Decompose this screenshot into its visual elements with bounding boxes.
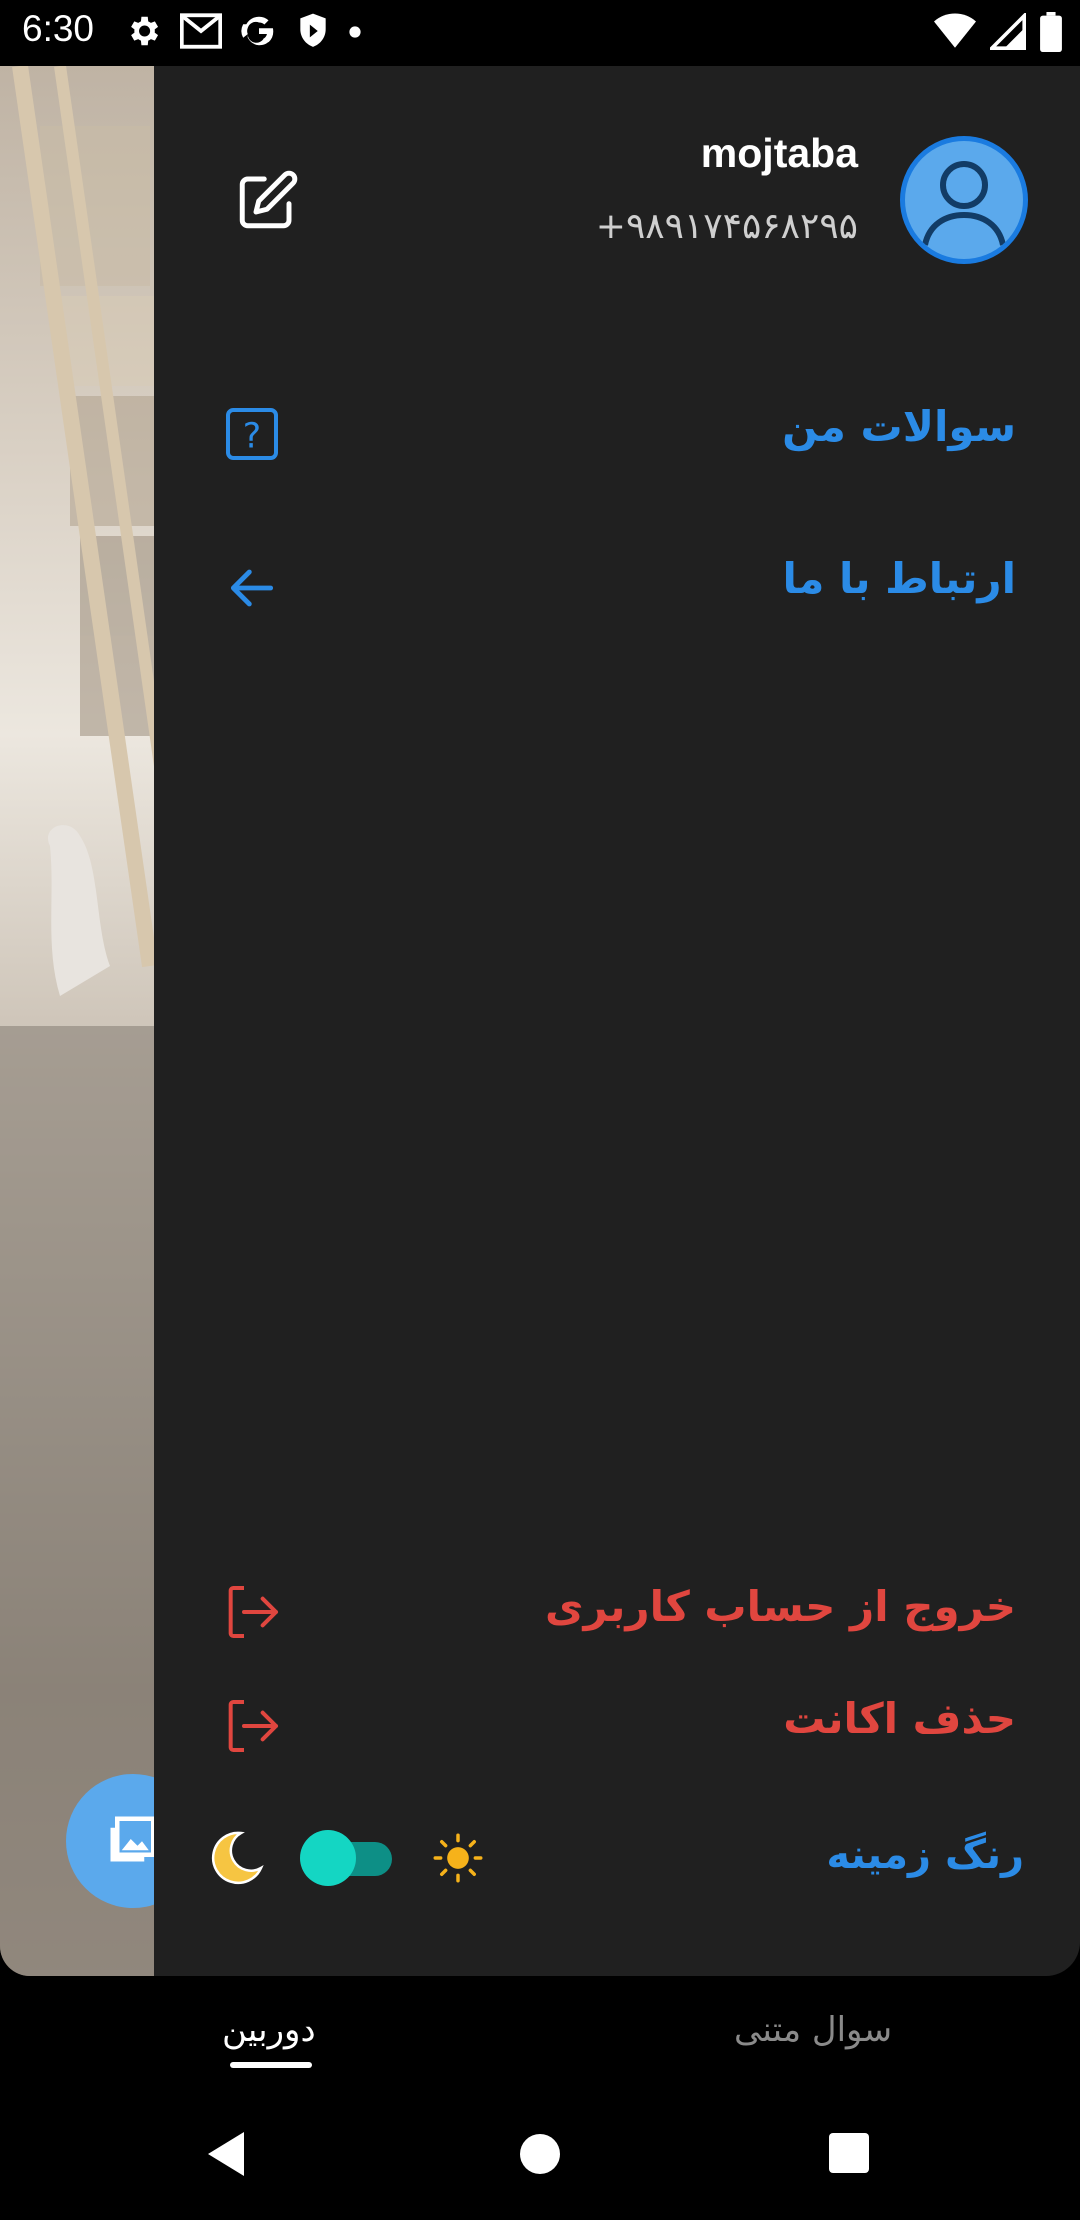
gallery-icon (106, 1812, 160, 1870)
google-icon (240, 12, 278, 54)
dot-icon (348, 24, 362, 43)
navigation-drawer: mojtaba +۹۸۹۱۷۴۵۶۸۲۹۵ ? سوالات من ارتباط… (154, 66, 1080, 1976)
delete-account-icon (220, 1694, 284, 1758)
system-nav-bar (0, 2090, 1080, 2220)
profile-name: mojtaba (700, 130, 858, 176)
theme-row: رنگ زمینه (154, 1818, 1080, 1898)
menu-delete-account[interactable]: حذف اکانت (783, 1694, 1016, 1743)
status-bar: 6:30 (0, 0, 1080, 66)
status-time: 6:30 (22, 8, 95, 49)
edit-icon (234, 170, 300, 238)
recents-icon[interactable] (828, 2132, 870, 2178)
camera-preview-image (0, 66, 160, 1976)
arrow-left-icon (220, 556, 284, 620)
signal-icon (987, 11, 1026, 55)
menu-logout[interactable]: خروج از حساب کاربری (545, 1582, 1016, 1631)
logout-icon (220, 1580, 284, 1644)
gmail-icon (179, 13, 223, 53)
tab-camera[interactable]: دوربین (222, 2010, 316, 2050)
svg-text:?: ? (243, 416, 261, 456)
status-left-icons (124, 12, 362, 54)
home-icon[interactable] (518, 2132, 562, 2180)
avatar[interactable] (900, 136, 1028, 264)
battery-icon (1040, 12, 1062, 56)
menu-my-questions[interactable]: سوالات من (782, 402, 1016, 451)
tab-text-question[interactable]: سوال متنی (734, 2010, 892, 2050)
question-icon: ? (220, 402, 284, 466)
profile-phone: +۹۸۹۱۷۴۵۶۸۲۹۵ (595, 206, 858, 247)
shield-icon (296, 12, 330, 54)
theme-toggle[interactable] (300, 1830, 394, 1886)
user-icon (905, 161, 1023, 259)
sun-icon (432, 1832, 484, 1888)
status-right-icons (934, 11, 1062, 56)
settings-icon (124, 12, 162, 54)
bottom-tab-bar: دوربین سوال متنی (0, 1976, 1080, 2090)
tab-indicator (230, 2062, 312, 2068)
edit-profile-button[interactable] (234, 168, 300, 234)
theme-label: رنگ زمینه (826, 1832, 1024, 1878)
menu-contact-us[interactable]: ارتباط با ما (783, 554, 1016, 603)
moon-icon (206, 1828, 266, 1892)
toggle-thumb (300, 1830, 356, 1886)
wifi-icon (934, 13, 976, 55)
back-icon[interactable] (204, 2130, 248, 2182)
